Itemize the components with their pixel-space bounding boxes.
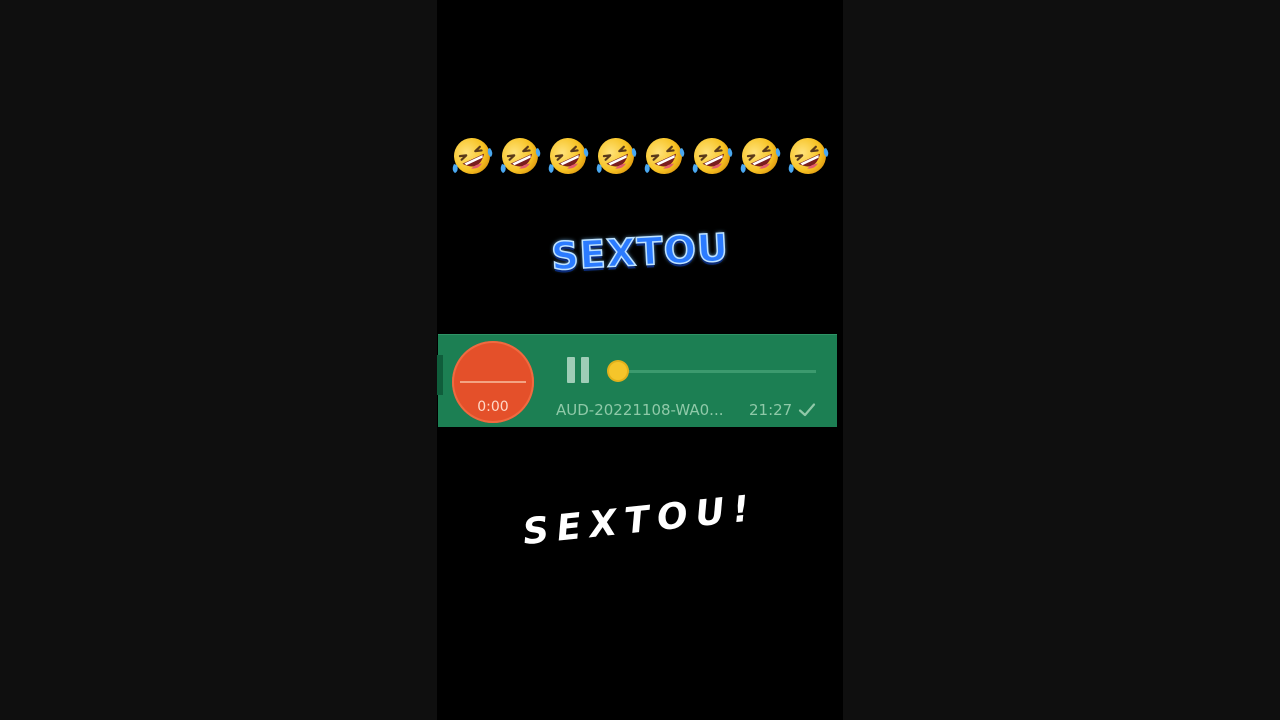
audio-progress-thumb[interactable] xyxy=(609,362,627,380)
rolling-on-floor-laughing-emoji xyxy=(786,134,830,178)
message-time: 21:27 xyxy=(749,401,793,419)
rolling-on-floor-laughing-emoji xyxy=(450,134,494,178)
bottom-caption: SEXTOU! xyxy=(520,487,760,554)
rolling-on-floor-laughing-emoji xyxy=(594,134,638,178)
video-frame: SEXTOU 0:00 AUD-20221108-WA0... 21:27 SE… xyxy=(437,0,843,720)
rolling-on-floor-laughing-emoji xyxy=(642,134,686,178)
check-icon xyxy=(798,403,816,417)
voice-message-bubble[interactable]: 0:00 AUD-20221108-WA0... 21:27 xyxy=(437,334,837,427)
rolling-on-floor-laughing-emoji xyxy=(690,134,734,178)
pause-button[interactable] xyxy=(564,355,594,385)
pause-bar-left xyxy=(567,357,575,383)
record-button[interactable]: 0:00 xyxy=(452,341,534,423)
emoji-row xyxy=(437,134,843,180)
record-divider xyxy=(460,381,526,383)
audio-progress-track[interactable] xyxy=(618,370,816,373)
top-caption: SEXTOU xyxy=(549,225,730,280)
rolling-on-floor-laughing-emoji xyxy=(738,134,782,178)
record-time: 0:00 xyxy=(477,399,509,415)
rolling-on-floor-laughing-emoji xyxy=(546,134,590,178)
pause-bar-right xyxy=(581,357,589,383)
rolling-on-floor-laughing-emoji xyxy=(498,134,542,178)
audio-file-name: AUD-20221108-WA0... xyxy=(556,401,724,419)
